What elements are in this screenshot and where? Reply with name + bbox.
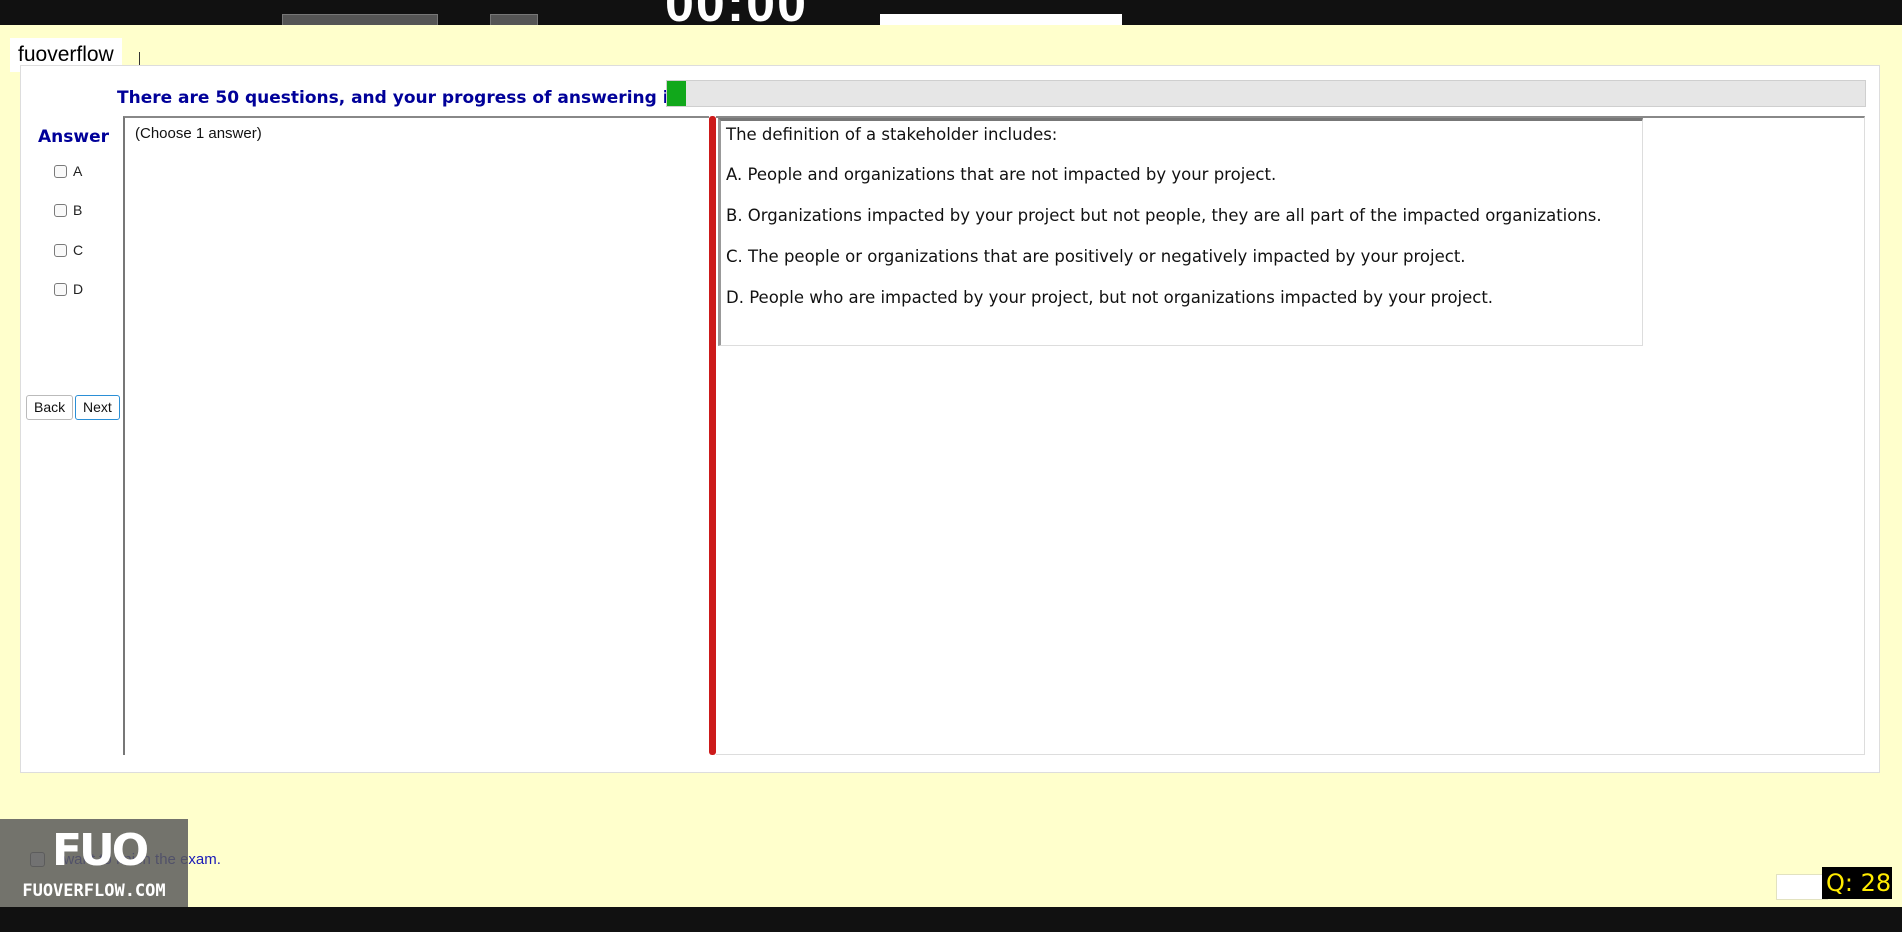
question-number-badge: Q: 28 bbox=[1822, 867, 1892, 899]
answer-option-b[interactable]: B bbox=[54, 202, 82, 218]
choice-a: A. People and organizations that are not… bbox=[726, 165, 1277, 184]
back-button[interactable]: Back bbox=[26, 395, 74, 420]
watermark-logo: FUO FUOVERFLOW.COM bbox=[0, 819, 188, 907]
pane-splitter[interactable] bbox=[709, 116, 716, 755]
progress-label: There are 50 questions, and your progres… bbox=[117, 88, 679, 108]
bottom-bar bbox=[0, 907, 1902, 932]
choice-d: D. People who are impacted by your proje… bbox=[726, 288, 1494, 307]
toolbar-dropdown[interactable] bbox=[282, 14, 438, 25]
option-label: B bbox=[73, 202, 83, 218]
progress-fill bbox=[667, 81, 687, 106]
question-jump-input[interactable] bbox=[1776, 874, 1828, 900]
progress-bar bbox=[666, 80, 1866, 107]
checkbox[interactable] bbox=[54, 243, 67, 257]
answer-heading: Answer bbox=[38, 127, 109, 147]
option-label: A bbox=[73, 163, 83, 179]
next-button[interactable]: Next bbox=[75, 395, 120, 420]
logo-site: FUOVERFLOW.COM bbox=[22, 881, 166, 901]
choice-b: B. Organizations impacted by your projec… bbox=[726, 206, 1602, 225]
logo-mark: FUO bbox=[52, 825, 149, 876]
toolbar-field[interactable] bbox=[880, 14, 1122, 25]
top-toolbar: 00:00 bbox=[0, 0, 1902, 25]
question-box: The definition of a stakeholder includes… bbox=[718, 118, 1643, 346]
option-label: C bbox=[73, 242, 84, 258]
toolbar-small-control[interactable] bbox=[490, 14, 538, 25]
answer-notes-area[interactable]: (Choose 1 answer) bbox=[123, 116, 709, 755]
choose-instruction: (Choose 1 answer) bbox=[135, 125, 262, 142]
answer-option-a[interactable]: A bbox=[54, 163, 82, 179]
checkbox[interactable] bbox=[54, 203, 67, 217]
answer-option-c[interactable]: C bbox=[54, 242, 83, 258]
answer-option-d[interactable]: D bbox=[54, 281, 83, 297]
checkbox[interactable] bbox=[54, 164, 67, 178]
question-text: The definition of a stakeholder includes… bbox=[726, 125, 1058, 144]
checkbox[interactable] bbox=[54, 282, 67, 296]
choice-c: C. The people or organizations that are … bbox=[726, 247, 1466, 266]
exam-timer: 00:00 bbox=[665, 0, 808, 25]
option-label: D bbox=[73, 281, 84, 297]
